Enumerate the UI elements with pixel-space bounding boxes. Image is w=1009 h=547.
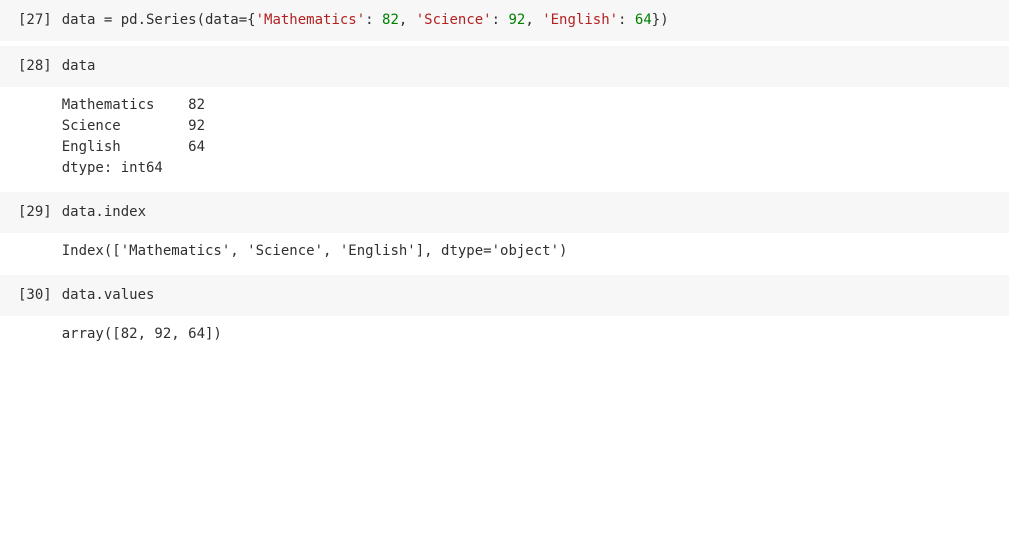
cell-28: [28] data [28] Mathematics 82 Science 92… xyxy=(0,46,1009,187)
input-area[interactable]: [28] data xyxy=(0,46,1009,87)
input-prompt: [29] xyxy=(18,202,52,223)
code-content: data.index xyxy=(62,202,146,223)
cell-27: [27] data = pd.Series(data={'Mathematics… xyxy=(0,0,1009,41)
input-area[interactable]: [30] data.values xyxy=(0,275,1009,316)
output-area: [29] Index(['Mathematics', 'Science', 'E… xyxy=(0,233,1009,270)
output-area: [28] Mathematics 82 Science 92 English 6… xyxy=(0,87,1009,187)
output-content: Index(['Mathematics', 'Science', 'Englis… xyxy=(62,241,568,262)
output-content: array([82, 92, 64]) xyxy=(62,324,222,345)
input-prompt: [27] xyxy=(18,10,52,31)
code-content: data xyxy=(62,56,96,77)
input-area[interactable]: [29] data.index xyxy=(0,192,1009,233)
output-content: Mathematics 82 Science 92 English 64 dty… xyxy=(62,95,205,179)
output-area: [30] array([82, 92, 64]) xyxy=(0,316,1009,353)
cell-29: [29] data.index [29] Index(['Mathematics… xyxy=(0,192,1009,270)
input-prompt: [30] xyxy=(18,285,52,306)
code-content: data.values xyxy=(62,285,155,306)
input-prompt: [28] xyxy=(18,56,52,77)
cell-30: [30] data.values [30] array([82, 92, 64]… xyxy=(0,275,1009,353)
input-area[interactable]: [27] data = pd.Series(data={'Mathematics… xyxy=(0,0,1009,41)
code-content: data = pd.Series(data={'Mathematics': 82… xyxy=(62,10,669,31)
